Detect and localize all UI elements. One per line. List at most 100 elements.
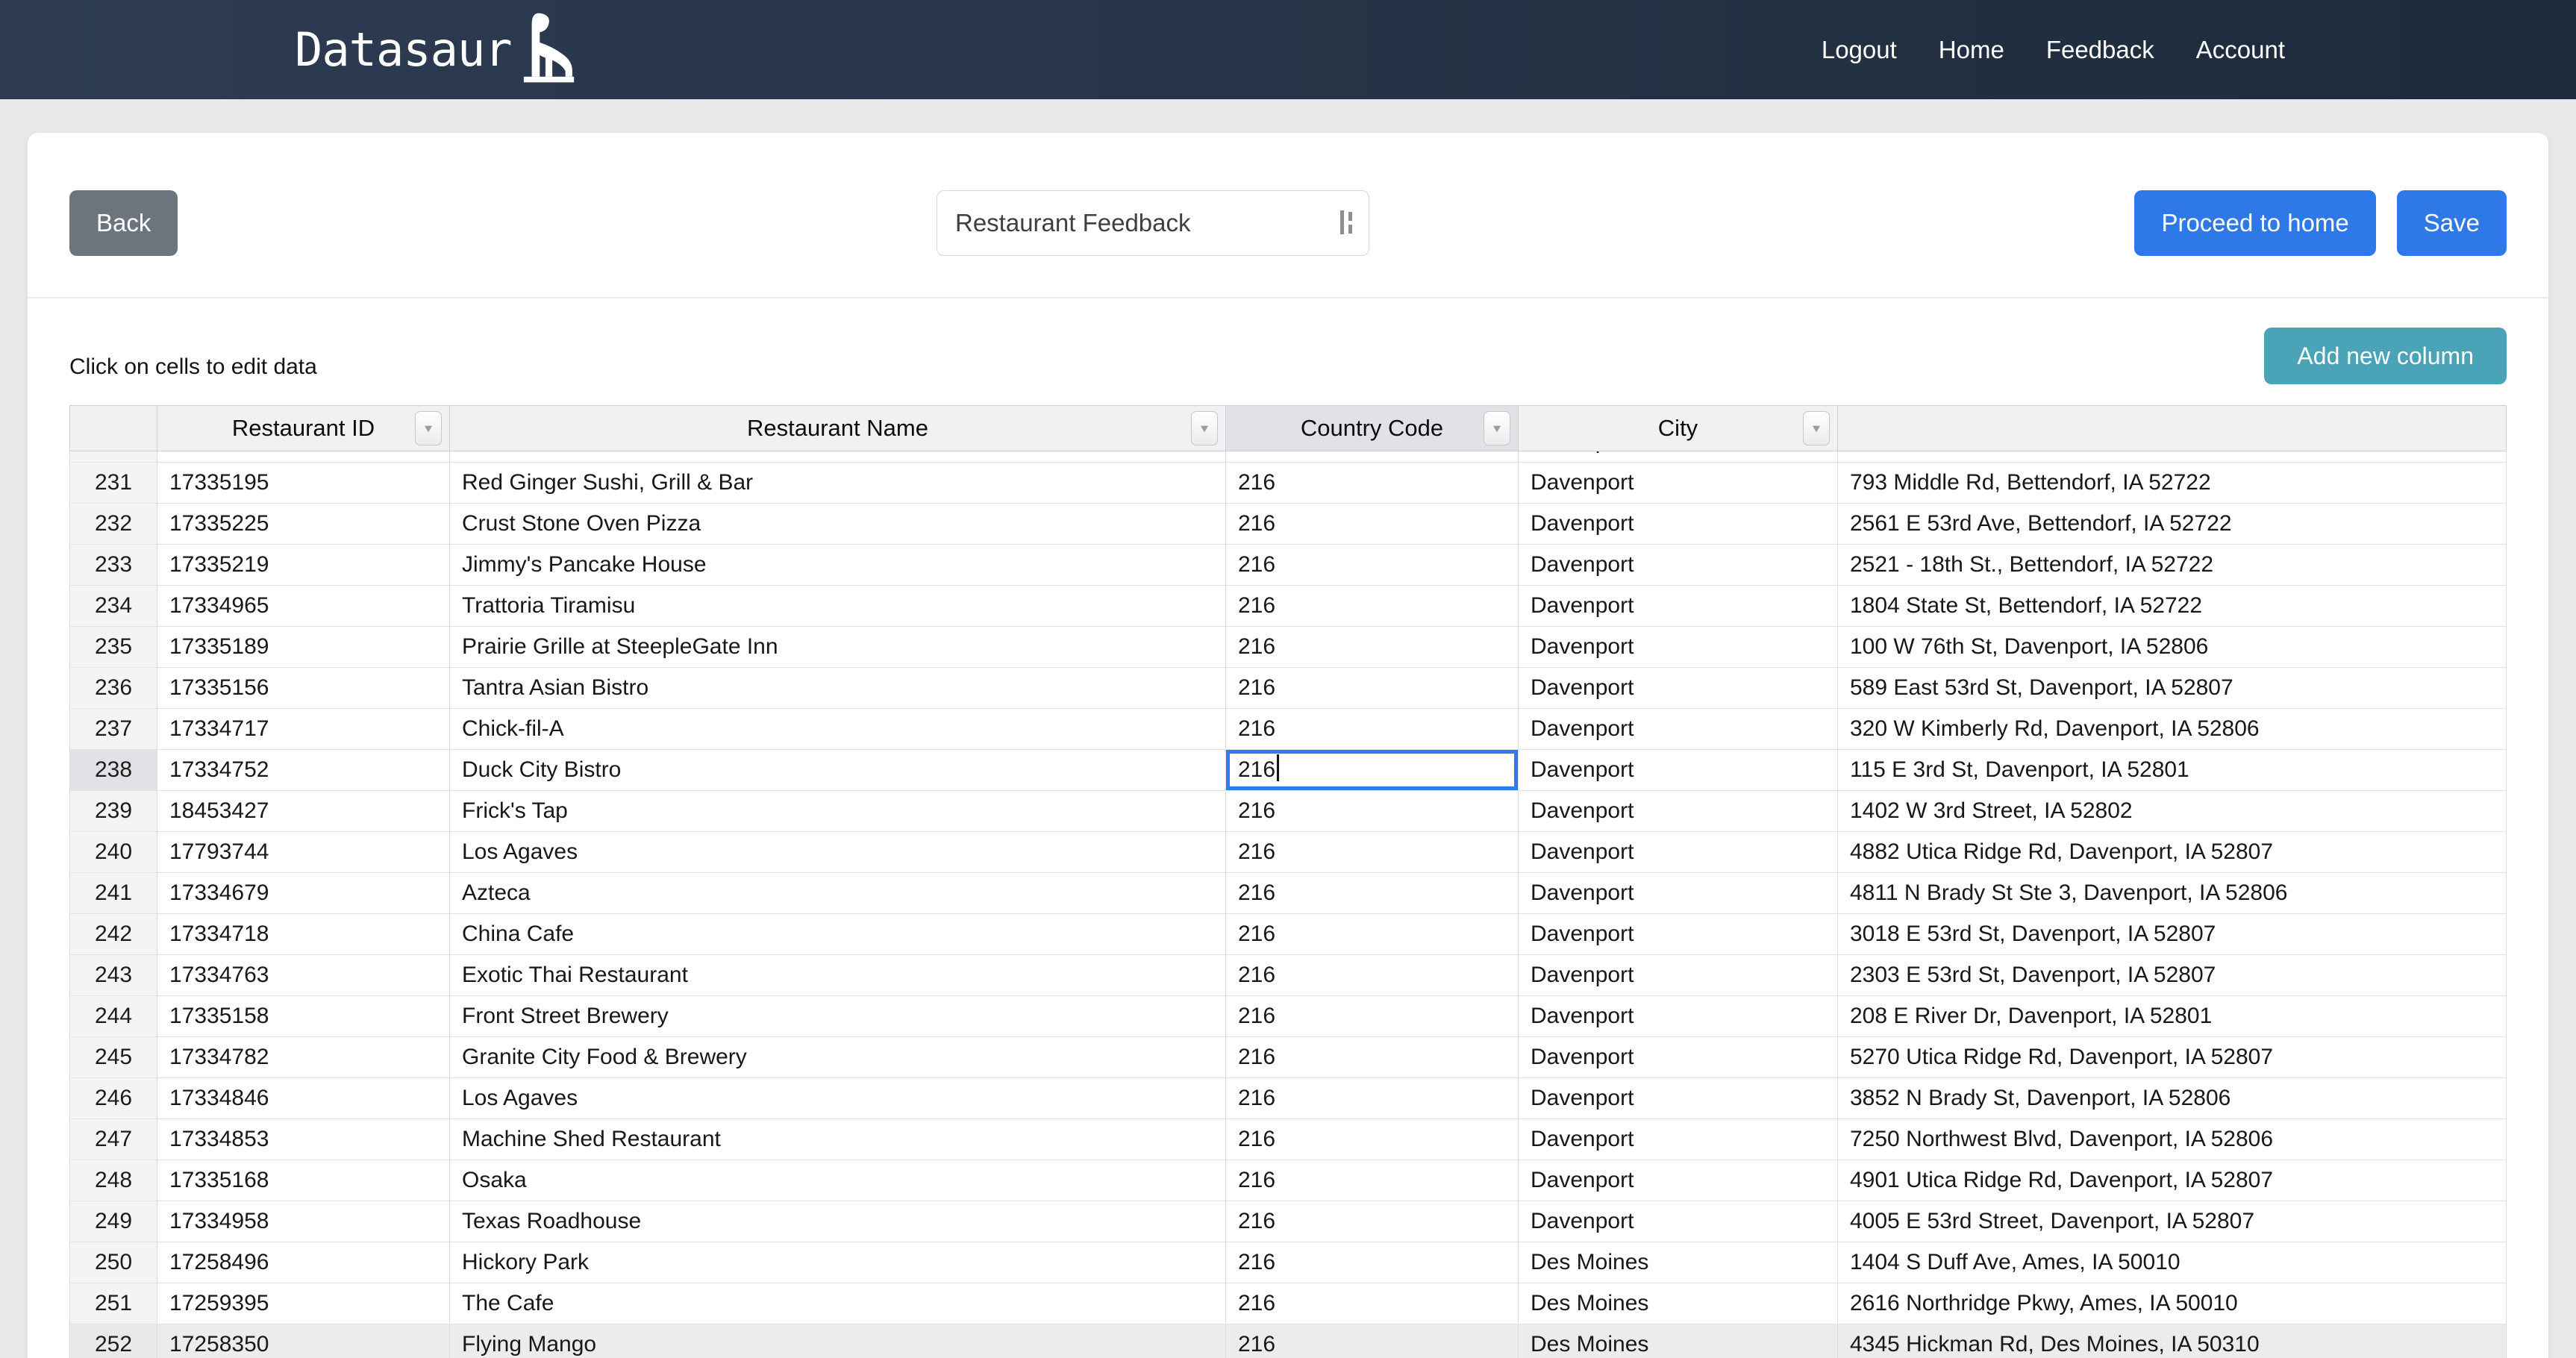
- filter-dropdown-icon[interactable]: ▼: [1191, 411, 1218, 445]
- data-cell-country[interactable]: 216: [1226, 586, 1519, 627]
- data-cell-name[interactable]: Olive Tree Cafe: [450, 451, 1226, 463]
- data-cell-city[interactable]: Davenport: [1519, 832, 1838, 873]
- data-cell-name[interactable]: Azteca: [450, 873, 1226, 914]
- nav-link-feedback[interactable]: Feedback: [2046, 36, 2154, 64]
- data-cell-country[interactable]: 216: [1226, 832, 1519, 873]
- data-cell-id[interactable]: 17335158: [157, 996, 450, 1037]
- data-cell-city[interactable]: Davenport: [1519, 709, 1838, 750]
- data-cell-name[interactable]: Los Agaves: [450, 1078, 1226, 1119]
- selected-editing-cell[interactable]: 216: [1226, 750, 1519, 791]
- filter-dropdown-icon[interactable]: ▼: [1484, 411, 1510, 445]
- data-cell-city[interactable]: Davenport: [1519, 996, 1838, 1037]
- data-cell-address[interactable]: 100 W 76th St, Davenport, IA 52806: [1838, 627, 2507, 668]
- data-cell-country[interactable]: 216: [1226, 1283, 1519, 1324]
- data-cell-city[interactable]: Davenport: [1519, 504, 1838, 545]
- data-cell-name[interactable]: The Cafe: [450, 1283, 1226, 1324]
- column-header-city[interactable]: City▼: [1519, 405, 1838, 451]
- data-cell-id[interactable]: 18453427: [157, 791, 450, 832]
- data-cell-name[interactable]: Hickory Park: [450, 1242, 1226, 1283]
- data-cell-city[interactable]: Davenport: [1519, 1160, 1838, 1201]
- data-cell-country[interactable]: 216: [1226, 1201, 1519, 1242]
- data-cell-id[interactable]: 17334763: [157, 955, 450, 996]
- data-cell-name[interactable]: Frick's Tap: [450, 791, 1226, 832]
- data-cell-country[interactable]: 216: [1226, 1037, 1519, 1078]
- data-cell-name[interactable]: Red Ginger Sushi, Grill & Bar: [450, 463, 1226, 504]
- data-cell-address[interactable]: 1404 S Duff Ave, Ames, IA 50010: [1838, 1242, 2507, 1283]
- data-cell-address[interactable]: 2303 E 53rd St, Davenport, IA 52807: [1838, 955, 2507, 996]
- data-cell-address[interactable]: 7250 Northwest Blvd, Davenport, IA 52806: [1838, 1119, 2507, 1160]
- data-cell-city[interactable]: Davenport: [1519, 545, 1838, 586]
- data-cell-name[interactable]: Prairie Grille at SteepleGate Inn: [450, 627, 1226, 668]
- data-cell-city[interactable]: Davenport: [1519, 451, 1838, 463]
- data-cell-address[interactable]: 589 East 53rd St, Davenport, IA 52807: [1838, 668, 2507, 709]
- data-cell-city[interactable]: Davenport: [1519, 873, 1838, 914]
- data-cell-id[interactable]: 17258350: [157, 1324, 450, 1358]
- data-cell-country[interactable]: 216: [1226, 451, 1519, 463]
- data-cell-city[interactable]: Davenport: [1519, 668, 1838, 709]
- data-cell-address[interactable]: 4882 Utica Ridge Rd, Davenport, IA 52807: [1838, 832, 2507, 873]
- data-cell-id[interactable]: 17334679: [157, 873, 450, 914]
- column-header-restaurant-id[interactable]: Restaurant ID▼: [157, 405, 450, 451]
- data-cell-address[interactable]: 3018 E 53rd St, Davenport, IA 52807: [1838, 914, 2507, 955]
- data-cell-country[interactable]: 216: [1226, 1160, 1519, 1201]
- data-cell-id[interactable]: 17334717: [157, 709, 450, 750]
- data-cell-name[interactable]: Crust Stone Oven Pizza: [450, 504, 1226, 545]
- data-cell-address[interactable]: 208 E River Dr, Davenport, IA 52801: [1838, 996, 2507, 1037]
- nav-link-account[interactable]: Account: [2196, 36, 2285, 64]
- data-cell-country[interactable]: 216: [1226, 627, 1519, 668]
- data-cell-country[interactable]: 216: [1226, 996, 1519, 1037]
- save-button[interactable]: Save: [2397, 190, 2507, 256]
- data-cell-city[interactable]: Davenport: [1519, 791, 1838, 832]
- data-cell-id[interactable]: 17335195: [157, 463, 450, 504]
- data-cell-country[interactable]: 216: [1226, 504, 1519, 545]
- data-cell-address[interactable]: 793 Middle Rd, Bettendorf, IA 52722: [1838, 463, 2507, 504]
- data-cell-address[interactable]: 3852 N Brady St, Davenport, IA 52806: [1838, 1078, 2507, 1119]
- data-cell-name[interactable]: Tantra Asian Bistro: [450, 668, 1226, 709]
- data-cell-name[interactable]: Los Agaves: [450, 832, 1226, 873]
- data-cell-id[interactable]: 17335168: [157, 1160, 450, 1201]
- data-cell-name[interactable]: Texas Roadhouse: [450, 1201, 1226, 1242]
- data-cell-address[interactable]: 2521 - 18th St., Bettendorf, IA 52722: [1838, 545, 2507, 586]
- data-cell-country[interactable]: 216: [1226, 914, 1519, 955]
- data-cell-address[interactable]: 4811 N Brady St Ste 3, Davenport, IA 528…: [1838, 873, 2507, 914]
- data-cell-id[interactable]: 17335189: [157, 627, 450, 668]
- data-cell-id[interactable]: 17334958: [157, 1201, 450, 1242]
- data-cell-address[interactable]: 5270 Utica Ridge Rd, Davenport, IA 52807: [1838, 1037, 2507, 1078]
- data-cell-address[interactable]: 4901 Utica Ridge Rd, Davenport, IA 52807: [1838, 1160, 2507, 1201]
- data-cell-id[interactable]: 17259395: [157, 1283, 450, 1324]
- data-cell-city[interactable]: Davenport: [1519, 586, 1838, 627]
- filter-dropdown-icon[interactable]: ▼: [1803, 411, 1830, 445]
- data-cell-city[interactable]: Des Moines: [1519, 1324, 1838, 1358]
- data-cell-city[interactable]: Davenport: [1519, 914, 1838, 955]
- data-cell-address[interactable]: 2616 Northridge Pkwy, Ames, IA 50010: [1838, 1283, 2507, 1324]
- data-cell-id[interactable]: 17334846: [157, 1078, 450, 1119]
- back-button[interactable]: Back: [69, 190, 178, 256]
- data-cell-address[interactable]: 115 E 3rd St, Davenport, IA 52801: [1838, 750, 2507, 791]
- data-cell-id[interactable]: 17335173: [157, 451, 450, 463]
- data-cell-name[interactable]: China Cafe: [450, 914, 1226, 955]
- data-cell-country[interactable]: 216: [1226, 1078, 1519, 1119]
- data-cell-country[interactable]: 216: [1226, 873, 1519, 914]
- data-cell-city[interactable]: Des Moines: [1519, 1242, 1838, 1283]
- data-cell-id[interactable]: 17334853: [157, 1119, 450, 1160]
- data-cell-name[interactable]: Machine Shed Restaurant: [450, 1119, 1226, 1160]
- filter-dropdown-icon[interactable]: ▼: [415, 411, 442, 445]
- nav-link-logout[interactable]: Logout: [1822, 36, 1897, 64]
- data-cell-address[interactable]: 320 W Kimberly Rd, Davenport, IA 52806: [1838, 709, 2507, 750]
- column-header-restaurant-name[interactable]: Restaurant Name▼: [450, 405, 1226, 451]
- data-cell-name[interactable]: Chick-fil-A: [450, 709, 1226, 750]
- data-cell-country[interactable]: 216: [1226, 1119, 1519, 1160]
- data-cell-id[interactable]: 17334752: [157, 750, 450, 791]
- add-new-column-button[interactable]: Add new column: [2264, 328, 2507, 384]
- data-cell-country[interactable]: 216: [1226, 545, 1519, 586]
- data-cell-name[interactable]: Osaka: [450, 1160, 1226, 1201]
- data-cell-city[interactable]: Davenport: [1519, 955, 1838, 996]
- nav-link-home[interactable]: Home: [1939, 36, 2004, 64]
- data-cell-country[interactable]: 216: [1226, 955, 1519, 996]
- data-cell-address[interactable]: 1804 State St, Bettendorf, IA 52722: [1838, 586, 2507, 627]
- data-cell-country[interactable]: 216: [1226, 709, 1519, 750]
- data-cell-id[interactable]: 17334782: [157, 1037, 450, 1078]
- data-cell-name[interactable]: Granite City Food & Brewery: [450, 1037, 1226, 1078]
- column-header-blank[interactable]: [69, 405, 157, 451]
- data-cell-country[interactable]: 216: [1226, 463, 1519, 504]
